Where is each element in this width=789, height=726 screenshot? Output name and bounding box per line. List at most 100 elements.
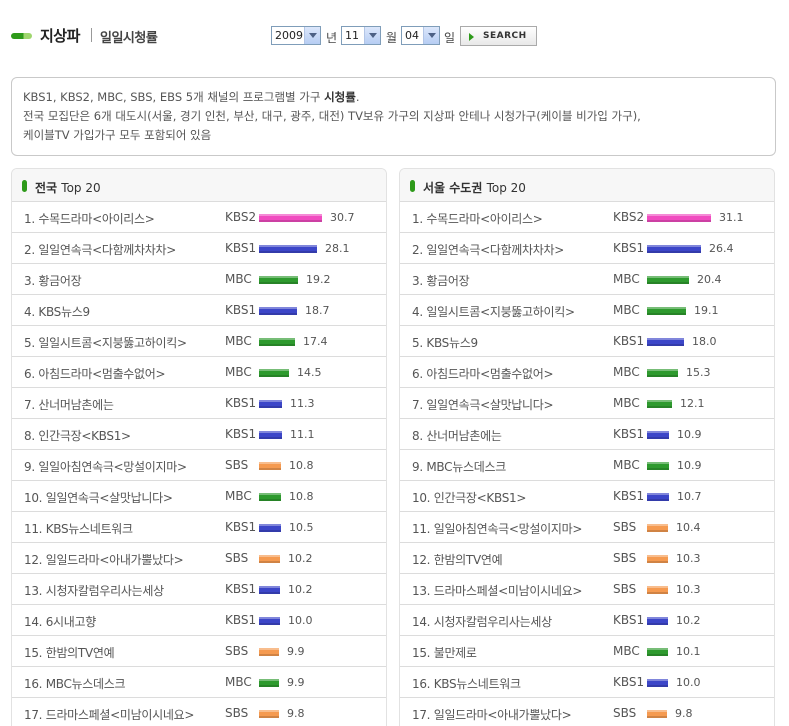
- program-name[interactable]: 9. 일일아침연속극<망설이지마>: [24, 458, 187, 475]
- rating-value: 10.0: [676, 676, 701, 689]
- table-row[interactable]: 13. 시청자칼럼우리사는세상 KBS1 10.2: [12, 574, 386, 605]
- program-name[interactable]: 8. 인간극장<KBS1>: [24, 427, 131, 444]
- program-name[interactable]: 3. 황금어장: [412, 272, 470, 289]
- program-name[interactable]: 16. MBC뉴스데스크: [24, 675, 126, 692]
- table-row[interactable]: 11. 일일아침연속극<망설이지마> SBS 10.4: [400, 512, 774, 543]
- program-name[interactable]: 13. 드라마스페셜<미남이시네요>: [412, 582, 582, 599]
- program-name[interactable]: 13. 시청자칼럼우리사는세상: [24, 582, 164, 599]
- program-name[interactable]: 6. 아침드라마<멈출수없어>: [412, 365, 554, 382]
- title-divider: [91, 28, 92, 42]
- table-row[interactable]: 10. 인간극장<KBS1> KBS1 10.7: [400, 481, 774, 512]
- program-title: 인간극장<KBS1>: [38, 429, 131, 443]
- month-select[interactable]: 11: [341, 26, 381, 45]
- program-name[interactable]: 7. 일일연속극<살맛납니다>: [412, 396, 554, 413]
- program-title: 6시내고향: [45, 615, 97, 629]
- channel-label: KBS1: [225, 582, 257, 596]
- table-row[interactable]: 8. 인간극장<KBS1> KBS1 11.1: [12, 419, 386, 450]
- table-row[interactable]: 3. 황금어장 MBC 20.4: [400, 264, 774, 295]
- program-name[interactable]: 15. 불만제로: [412, 644, 477, 661]
- table-row[interactable]: 14. 시청자칼럼우리사는세상 KBS1 10.2: [400, 605, 774, 636]
- table-row[interactable]: 2. 일일연속극<다함께차차차> KBS1 28.1: [12, 233, 386, 264]
- program-name[interactable]: 14. 6시내고향: [24, 613, 96, 630]
- table-row[interactable]: 17. 일일드라마<아내가뿔났다> SBS 9.8: [400, 698, 774, 726]
- program-name[interactable]: 5. KBS뉴스9: [412, 334, 478, 351]
- program-name[interactable]: 6. 아침드라마<멈출수없어>: [24, 365, 166, 382]
- channel-label: SBS: [613, 706, 637, 720]
- channel-label: MBC: [225, 334, 252, 348]
- year-select[interactable]: 2009: [271, 26, 321, 45]
- program-name[interactable]: 15. 한밤의TV연예: [24, 644, 115, 661]
- chevron-down-icon[interactable]: [364, 27, 380, 44]
- table-row[interactable]: 6. 아침드라마<멈출수없어> MBC 15.3: [400, 357, 774, 388]
- table-row[interactable]: 6. 아침드라마<멈출수없어> MBC 14.5: [12, 357, 386, 388]
- program-title: 아침드라마<멈출수없어>: [426, 367, 554, 381]
- table-row[interactable]: 16. KBS뉴스네트워크 KBS1 10.0: [400, 667, 774, 698]
- program-title: 일일아침연속극<망설이지마>: [433, 522, 583, 536]
- table-row[interactable]: 9. MBC뉴스데스크 MBC 10.9: [400, 450, 774, 481]
- program-name[interactable]: 5. 일일시트콤<지붕뚫고하이킥>: [24, 334, 187, 351]
- program-name[interactable]: 11. 일일아침연속극<망설이지마>: [412, 520, 582, 537]
- rank-number: 16.: [24, 677, 43, 691]
- program-name[interactable]: 3. 황금어장: [24, 272, 82, 289]
- table-row[interactable]: 9. 일일아침연속극<망설이지마> SBS 10.8: [12, 450, 386, 481]
- table-row[interactable]: 11. KBS뉴스네트워크 KBS1 10.5: [12, 512, 386, 543]
- program-name[interactable]: 14. 시청자칼럼우리사는세상: [412, 613, 552, 630]
- table-row[interactable]: 12. 한밤의TV연예 SBS 10.3: [400, 543, 774, 574]
- channel-label: KBS1: [225, 241, 257, 255]
- program-name[interactable]: 17. 드라마스페셜<미남이시네요>: [24, 706, 194, 723]
- program-name[interactable]: 2. 일일연속극<다함께차차차>: [412, 241, 564, 258]
- channel-label: KBS1: [225, 520, 257, 534]
- table-row[interactable]: 16. MBC뉴스데스크 MBC 9.9: [12, 667, 386, 698]
- program-name[interactable]: 12. 한밤의TV연예: [412, 551, 503, 568]
- program-name[interactable]: 7. 산너머남촌에는: [24, 396, 114, 413]
- program-name[interactable]: 11. KBS뉴스네트워크: [24, 520, 133, 537]
- table-row[interactable]: 5. KBS뉴스9 KBS1 18.0: [400, 326, 774, 357]
- table-row[interactable]: 14. 6시내고향 KBS1 10.0: [12, 605, 386, 636]
- table-row[interactable]: 8. 산너머남촌에는 KBS1 10.9: [400, 419, 774, 450]
- table-row[interactable]: 4. 일일시트콤<지붕뚫고하이킥> MBC 19.1: [400, 295, 774, 326]
- program-name[interactable]: 4. KBS뉴스9: [24, 303, 90, 320]
- table-row[interactable]: 17. 드라마스페셜<미남이시네요> SBS 9.8: [12, 698, 386, 726]
- rank-number: 11.: [412, 522, 431, 536]
- program-name[interactable]: 8. 산너머남촌에는: [412, 427, 502, 444]
- table-row[interactable]: 3. 황금어장 MBC 19.2: [12, 264, 386, 295]
- table-row[interactable]: 7. 일일연속극<살맛납니다> MBC 12.1: [400, 388, 774, 419]
- table-row[interactable]: 15. 불만제로 MBC 10.1: [400, 636, 774, 667]
- program-name[interactable]: 16. KBS뉴스네트워크: [412, 675, 521, 692]
- channel-label: MBC: [613, 396, 640, 410]
- info-line-1-bold: 시청률: [324, 90, 356, 104]
- program-name[interactable]: 4. 일일시트콤<지붕뚫고하이킥>: [412, 303, 575, 320]
- table-row[interactable]: 2. 일일연속극<다함께차차차> KBS1 26.4: [400, 233, 774, 264]
- table-row[interactable]: 4. KBS뉴스9 KBS1 18.7: [12, 295, 386, 326]
- program-name[interactable]: 2. 일일연속극<다함께차차차>: [24, 241, 176, 258]
- program-name[interactable]: 1. 수목드라마<아이리스>: [412, 210, 543, 227]
- program-name[interactable]: 1. 수목드라마<아이리스>: [24, 210, 155, 227]
- page-header: 지상파 일일시청률 2009 년 11 월 04 일 SEARCH: [0, 0, 789, 64]
- channel-label: KBS1: [613, 613, 645, 627]
- search-button[interactable]: SEARCH: [460, 26, 537, 46]
- table-row[interactable]: 1. 수목드라마<아이리스> KBS2 30.7: [12, 202, 386, 233]
- program-name[interactable]: 9. MBC뉴스데스크: [412, 458, 506, 475]
- search-button-label: SEARCH: [483, 31, 527, 41]
- table-row[interactable]: 5. 일일시트콤<지붕뚫고하이킥> MBC 17.4: [12, 326, 386, 357]
- chevron-down-icon[interactable]: [304, 27, 320, 44]
- table-row[interactable]: 10. 일일연속극<살맛납니다> MBC 10.8: [12, 481, 386, 512]
- rank-number: 11.: [24, 522, 43, 536]
- table-row[interactable]: 15. 한밤의TV연예 SBS 9.9: [12, 636, 386, 667]
- program-name[interactable]: 10. 인간극장<KBS1>: [412, 489, 526, 506]
- program-name[interactable]: 12. 일일드라마<아내가뿔났다>: [24, 551, 184, 568]
- table-row[interactable]: 7. 산너머남촌에는 KBS1 11.3: [12, 388, 386, 419]
- chevron-down-icon[interactable]: [423, 27, 439, 44]
- program-name[interactable]: 10. 일일연속극<살맛납니다>: [24, 489, 173, 506]
- rating-bar: [259, 276, 298, 284]
- program-name[interactable]: 17. 일일드라마<아내가뿔났다>: [412, 706, 572, 723]
- table-row[interactable]: 13. 드라마스페셜<미남이시네요> SBS 10.3: [400, 574, 774, 605]
- rank-number: 6.: [412, 367, 423, 381]
- rating-value: 10.0: [288, 614, 313, 627]
- program-title: KBS뉴스네트워크: [45, 522, 133, 536]
- table-row[interactable]: 1. 수목드라마<아이리스> KBS2 31.1: [400, 202, 774, 233]
- table-row[interactable]: 12. 일일드라마<아내가뿔났다> SBS 10.2: [12, 543, 386, 574]
- channel-label: KBS1: [613, 241, 645, 255]
- panel-header: 전국 Top 20: [12, 169, 386, 202]
- day-select[interactable]: 04: [401, 26, 440, 45]
